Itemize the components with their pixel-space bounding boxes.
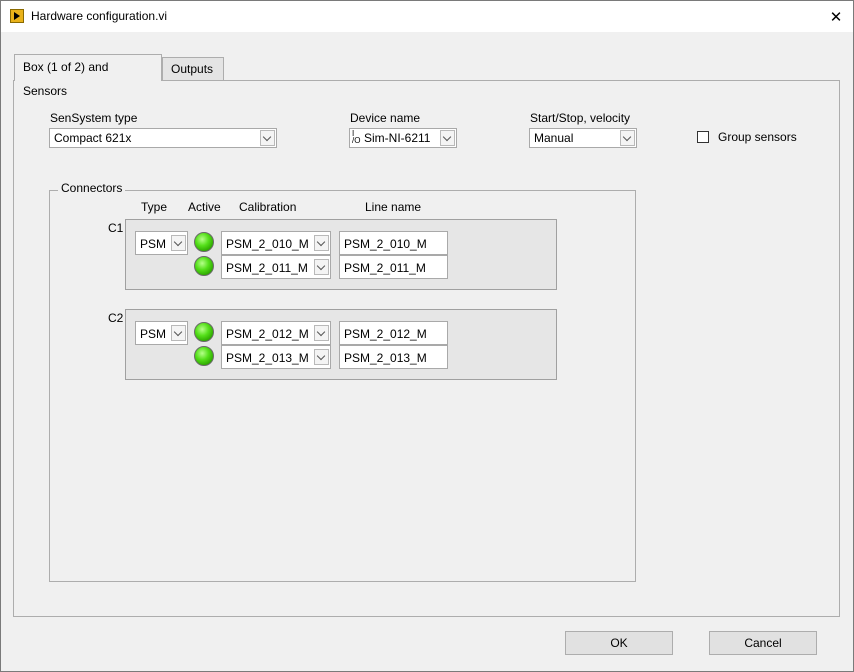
header-active: Active [188, 200, 221, 214]
group-sensors-checkbox[interactable] [697, 131, 709, 143]
led-c1-row1-active[interactable] [194, 232, 214, 252]
chevron-down-icon[interactable] [314, 325, 329, 341]
led-c1-row2-active[interactable] [194, 256, 214, 276]
connector-c2-label: C2 [108, 311, 124, 325]
c1-row2-calibration-value: PSM_2_011_M [226, 261, 308, 275]
device-name-select[interactable]: I/O Sim-NI-6211 [349, 128, 457, 148]
close-icon: ✕ [829, 8, 843, 26]
c2-row2-calibration-select[interactable]: PSM_2_013_M [221, 345, 331, 369]
labview-vi-icon [10, 9, 24, 23]
sensystem-type-value: Compact 621x [54, 131, 132, 145]
io-channel-icon: I/O [352, 129, 361, 145]
connectors-label: Connectors [58, 181, 126, 195]
ok-button[interactable]: OK [565, 631, 673, 655]
chevron-down-icon[interactable] [440, 130, 455, 146]
header-line-name: Line name [365, 200, 422, 214]
chevron-down-icon[interactable] [620, 130, 635, 146]
chevron-down-icon[interactable] [314, 259, 329, 275]
chevron-down-icon[interactable] [171, 325, 186, 341]
c1-row1-line-name-value: PSM_2_010_M [344, 237, 427, 251]
c1-row1-calibration-select[interactable]: PSM_2_010_M [221, 231, 331, 255]
tab-box-and-sensors[interactable]: Box (1 of 2) and Sensors [14, 54, 162, 98]
sensystem-type-select[interactable]: Compact 621x [49, 128, 277, 148]
c1-row2-calibration-select[interactable]: PSM_2_011_M [221, 255, 331, 279]
connector-c1-label: C1 [108, 221, 124, 235]
tab-outputs[interactable]: Outputs [162, 57, 224, 81]
led-c2-row2-active[interactable] [194, 346, 214, 366]
window-title: Hardware configuration.vi [31, 9, 168, 23]
chevron-down-icon[interactable] [314, 349, 329, 365]
device-name-value: Sim-NI-6211 [364, 131, 431, 145]
c1-row1-line-name-input[interactable]: PSM_2_010_M [339, 231, 448, 255]
header-calibration: Calibration [239, 200, 297, 214]
header-type: Type [141, 200, 168, 214]
device-name-label: Device name [350, 111, 421, 125]
cancel-button[interactable]: Cancel [709, 631, 817, 655]
start-stop-velocity-value: Manual [534, 131, 574, 145]
close-button[interactable]: ✕ [819, 1, 853, 32]
c2-row1-calibration-select[interactable]: PSM_2_012_M [221, 321, 331, 345]
title-bar: Hardware configuration.vi ✕ [1, 1, 853, 32]
group-sensors-label: Group sensors [718, 130, 797, 144]
c2-row1-line-name-input[interactable]: PSM_2_012_M [339, 321, 448, 345]
chevron-down-icon[interactable] [260, 130, 275, 146]
connector-c2-type-select[interactable]: PSM [135, 321, 188, 345]
sensystem-type-label: SenSystem type [50, 111, 138, 125]
led-c2-row1-active[interactable] [194, 322, 214, 342]
c2-row1-calibration-value: PSM_2_012_M [226, 327, 309, 341]
c1-row2-line-name-value: PSM_2_011_M [344, 261, 426, 275]
c2-row2-calibration-value: PSM_2_013_M [226, 351, 309, 365]
chevron-down-icon[interactable] [314, 235, 329, 251]
c2-row2-line-name-value: PSM_2_013_M [344, 351, 427, 365]
c1-row1-calibration-value: PSM_2_010_M [226, 237, 309, 251]
connector-c1-type-select[interactable]: PSM [135, 231, 188, 255]
start-stop-velocity-select[interactable]: Manual [529, 128, 637, 148]
c2-row2-line-name-input[interactable]: PSM_2_013_M [339, 345, 448, 369]
chevron-down-icon[interactable] [171, 235, 186, 251]
connector-c1-type-value: PSM [140, 237, 167, 251]
connector-c2-type-value: PSM [140, 327, 167, 341]
start-stop-velocity-label: Start/Stop, velocity [530, 111, 631, 125]
c2-row1-line-name-value: PSM_2_012_M [344, 327, 427, 341]
c1-row2-line-name-input[interactable]: PSM_2_011_M [339, 255, 448, 279]
